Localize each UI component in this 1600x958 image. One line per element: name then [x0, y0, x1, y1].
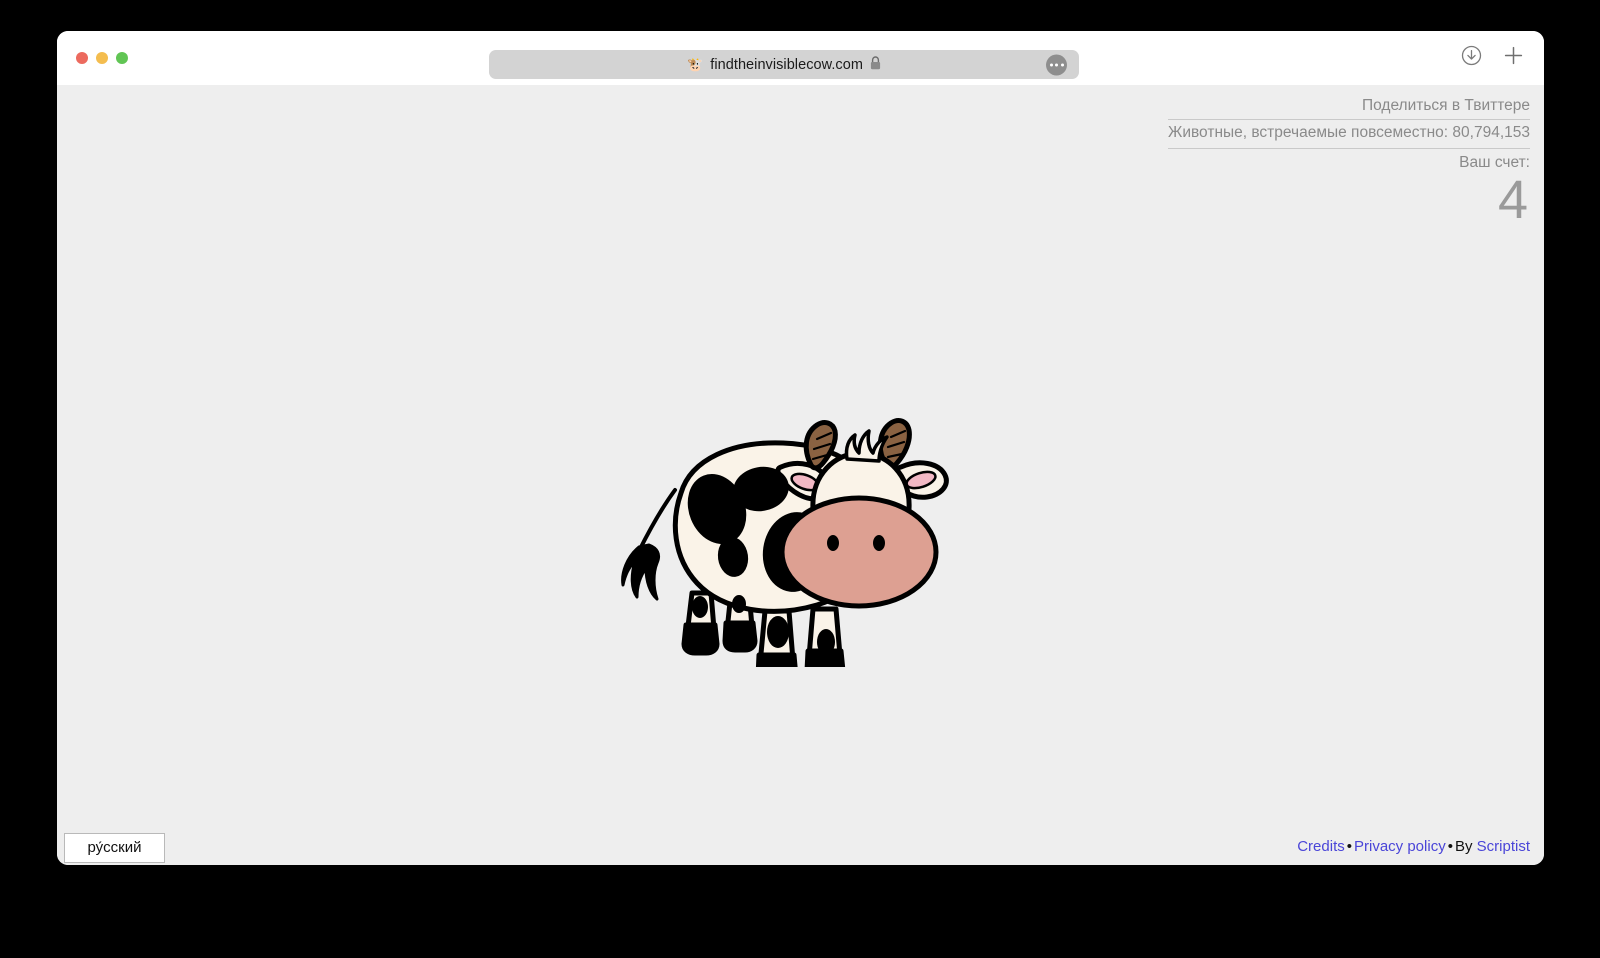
browser-window: 🐮 findtheinvisiblecow.com Поделиться в Т… — [57, 31, 1544, 865]
minimize-window-button[interactable] — [96, 52, 108, 64]
cow-illustration[interactable] — [613, 397, 953, 667]
ellipsis-dot — [1049, 63, 1053, 66]
address-bar-content: 🐮 findtheinvisiblecow.com — [687, 55, 881, 74]
address-bar-menu-button[interactable] — [1046, 54, 1067, 75]
author-link[interactable]: Scriptist — [1477, 838, 1530, 855]
animals-found-counter: Животные, встречаемые повсеместно: 80,79… — [1168, 119, 1530, 149]
by-label: By — [1454, 838, 1473, 855]
downloads-icon[interactable] — [1461, 45, 1482, 71]
new-tab-plus-icon[interactable] — [1503, 45, 1524, 71]
maximize-window-button[interactable] — [116, 52, 128, 64]
language-selector-button[interactable]: ру́сский — [64, 833, 165, 863]
lock-icon — [870, 55, 881, 74]
page-viewport[interactable]: Поделиться в Твиттере Животные, встречае… — [57, 85, 1544, 865]
ellipsis-dot — [1055, 63, 1058, 66]
privacy-policy-link[interactable]: Privacy policy — [1354, 838, 1446, 855]
footer-links: Credits • Privacy policy • By Scriptist — [1297, 838, 1530, 855]
stats-panel: Поделиться в Твиттере Животные, встречае… — [1168, 96, 1530, 231]
cow-favicon-icon: 🐮 — [687, 57, 704, 72]
footer-separator: • — [1346, 838, 1352, 855]
address-bar-url: findtheinvisiblecow.com — [710, 56, 863, 73]
footer-separator: • — [1447, 838, 1453, 855]
close-window-button[interactable] — [76, 52, 88, 64]
score-label: Ваш счет: — [1459, 153, 1530, 171]
toolbar-right-buttons — [1461, 31, 1524, 85]
window-traffic-lights — [76, 31, 128, 85]
browser-titlebar: 🐮 findtheinvisiblecow.com — [57, 31, 1544, 85]
ellipsis-dot — [1060, 63, 1064, 66]
credits-link[interactable]: Credits — [1297, 838, 1345, 855]
score-value: 4 — [1497, 170, 1528, 231]
address-bar[interactable]: 🐮 findtheinvisiblecow.com — [489, 50, 1079, 79]
share-on-twitter-link[interactable]: Поделиться в Твиттере — [1168, 96, 1530, 119]
